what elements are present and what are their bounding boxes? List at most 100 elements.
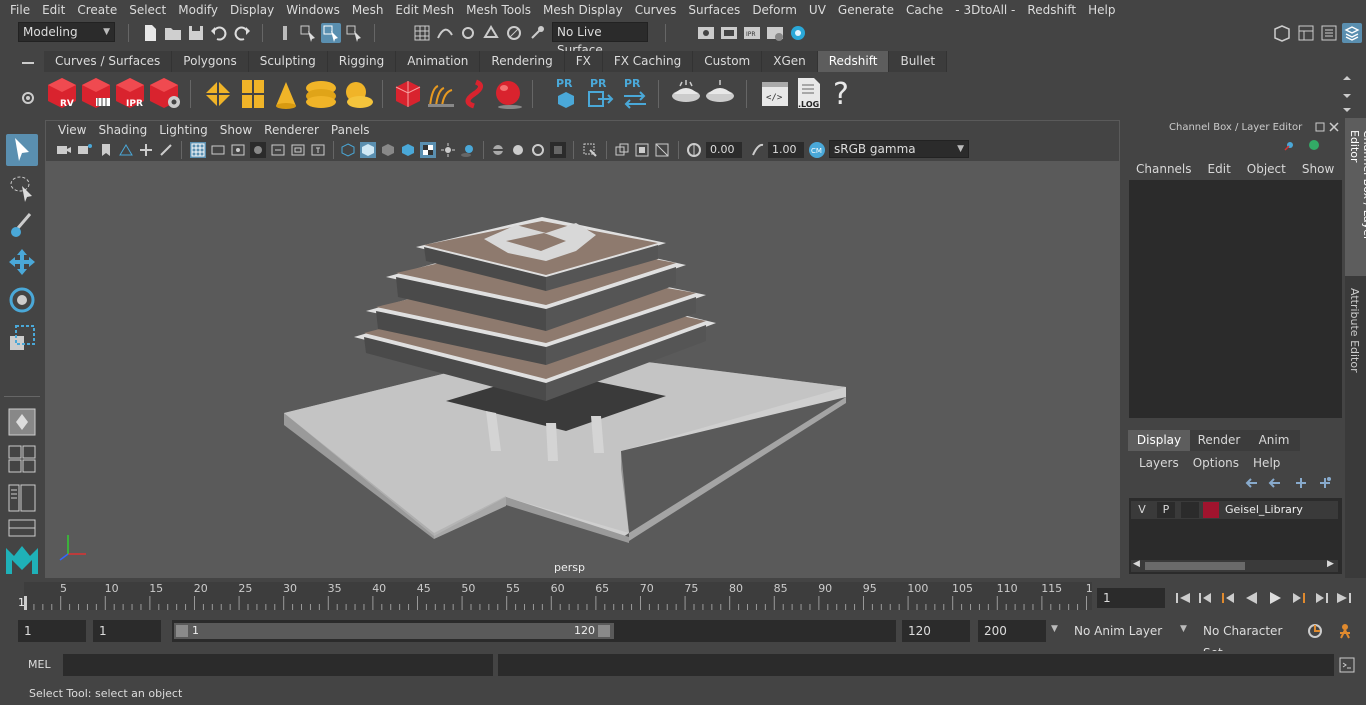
tab-channel-box-layer-editor[interactable]: Channel Box / Layer Editor (1345, 118, 1366, 276)
script-language-label[interactable]: MEL (28, 658, 51, 671)
workspace-icon[interactable] (1272, 23, 1292, 43)
make-live-icon[interactable] (527, 23, 547, 43)
default-material-icon[interactable] (380, 142, 396, 158)
open-scene-icon[interactable] (163, 23, 183, 43)
layer-name[interactable]: Geisel_Library (1225, 502, 1303, 518)
select-tool-icon[interactable] (6, 134, 38, 166)
tab-rigging[interactable]: Rigging (327, 51, 397, 72)
redshift-dome-light-icon[interactable] (304, 78, 338, 110)
xray-components-icon[interactable] (654, 142, 670, 158)
menu-set-icon[interactable] (275, 23, 295, 43)
menu-help[interactable]: Help (1082, 0, 1121, 20)
range-slider[interactable]: 1 120 (172, 620, 896, 642)
outliner-layout-icon[interactable] (6, 482, 38, 514)
safe-action-icon[interactable] (290, 142, 306, 158)
menu-file[interactable]: File (4, 0, 36, 20)
redshift-render-view-icon[interactable]: RV (46, 76, 78, 110)
select-hierarchy-icon[interactable] (298, 23, 318, 43)
safe-title-icon[interactable] (310, 142, 326, 158)
menu-display[interactable]: Display (224, 0, 280, 20)
image-plane-icon[interactable] (118, 142, 134, 158)
view-transform-dropdown[interactable]: sRGB gamma ▼ (829, 140, 969, 158)
depth-of-field-icon[interactable] (550, 142, 566, 158)
redshift-sphere-icon[interactable] (492, 78, 526, 110)
move-layer-up-icon[interactable] (1245, 476, 1261, 490)
menu-mesh-display[interactable]: Mesh Display (537, 0, 629, 20)
tab-display[interactable]: Display (1128, 430, 1190, 451)
tab-fx-caching[interactable]: FX Caching (602, 51, 694, 72)
gate-mask-icon[interactable] (250, 142, 266, 158)
float-panel-icon[interactable] (1315, 122, 1325, 132)
toggle-attribute-editor-icon[interactable] (1319, 23, 1339, 43)
pr-swap-icon[interactable]: PR (620, 76, 650, 110)
viewport-menu-panels[interactable]: Panels (325, 123, 376, 137)
redshift-mesh-params-icon[interactable] (240, 78, 266, 110)
tab-polygons[interactable]: Polygons (172, 51, 249, 72)
grid-icon[interactable] (190, 142, 206, 158)
menu-redshift[interactable]: Redshift (1021, 0, 1082, 20)
viewport-menu-shading[interactable]: Shading (92, 123, 153, 137)
color-management-icon[interactable]: CM (809, 142, 825, 158)
redshift-material-icon[interactable] (670, 78, 702, 110)
single-pane-layout-icon[interactable] (6, 406, 38, 438)
field-chart-icon[interactable] (270, 142, 286, 158)
wireframe-on-shaded-icon[interactable] (400, 142, 416, 158)
viewport-menu-view[interactable]: View (52, 123, 92, 137)
redshift-sun-sky-icon[interactable] (340, 78, 374, 110)
tab-anim[interactable]: Anim (1248, 430, 1300, 451)
redshift-curve-icon[interactable] (458, 78, 488, 110)
redshift-volume-icon[interactable] (394, 78, 422, 110)
geisel-library-model[interactable] (46, 161, 1119, 577)
film-gate-icon[interactable] (210, 142, 226, 158)
smooth-shade-icon[interactable] (360, 142, 376, 158)
ipr-render-icon[interactable]: IPR (742, 23, 762, 43)
viewport-menu-show[interactable]: Show (214, 123, 258, 137)
resolution-gate-icon[interactable] (230, 142, 246, 158)
exposure-icon[interactable] (686, 142, 702, 158)
go-to-end-icon[interactable] (1335, 590, 1353, 606)
menu-3dtoall[interactable]: - 3DtoAll - (949, 0, 1021, 20)
channelbox-menu-show[interactable]: Show (1302, 162, 1334, 176)
anti-aliasing-icon[interactable] (530, 142, 546, 158)
play-forwards-icon[interactable] (1266, 590, 1284, 606)
use-all-lights-icon[interactable] (440, 142, 456, 158)
channel-options-icon[interactable] (1283, 138, 1297, 152)
camera-attributes-icon[interactable] (77, 142, 93, 158)
snap-curve-icon[interactable] (435, 23, 455, 43)
paint-select-tool-icon[interactable] (6, 210, 38, 242)
menu-select[interactable]: Select (123, 0, 172, 20)
character-set-dropdown[interactable]: No Character Set (1197, 620, 1301, 660)
wireframe-icon[interactable] (340, 142, 356, 158)
undo-icon[interactable] (209, 23, 229, 43)
select-object-icon[interactable] (321, 23, 341, 43)
toggle-channel-box-icon[interactable] (1342, 23, 1362, 43)
move-layer-down-icon[interactable] (1268, 476, 1284, 490)
select-component-icon[interactable] (344, 23, 364, 43)
new-layer-selected-icon[interactable] (1317, 476, 1333, 490)
step-back-key-icon[interactable] (1197, 590, 1215, 606)
snap-point-icon[interactable] (458, 23, 478, 43)
menu-create[interactable]: Create (71, 0, 123, 20)
tab-attribute-editor[interactable]: Attribute Editor (1345, 278, 1366, 378)
layout-toggle-icon[interactable] (6, 518, 38, 538)
render-frame-icon[interactable] (719, 23, 739, 43)
script-editor-icon[interactable]: </> (760, 78, 790, 110)
go-to-start-icon[interactable] (1174, 590, 1192, 606)
play-backwards-icon[interactable] (1243, 590, 1261, 606)
exposure-field[interactable]: 0.00 (706, 142, 742, 158)
grease-pencil-icon[interactable] (158, 142, 174, 158)
auto-key-icon[interactable] (1306, 622, 1324, 640)
tab-fx[interactable]: FX (564, 51, 603, 72)
tab-bullet[interactable]: Bullet (889, 51, 948, 72)
redshift-render-settings-icon[interactable] (148, 76, 182, 110)
step-forward-frame-icon[interactable] (1289, 590, 1307, 606)
redo-icon[interactable] (232, 23, 252, 43)
viewport-3d-scene[interactable]: persp (46, 161, 1119, 577)
shelf-menu-icon[interactable] (18, 56, 38, 70)
workspace-dropdown[interactable]: Modeling ▼ (18, 22, 115, 42)
save-scene-icon[interactable] (186, 23, 206, 43)
step-forward-key-icon[interactable] (1312, 590, 1330, 606)
menu-modify[interactable]: Modify (172, 0, 224, 20)
layer-display-type-toggle[interactable] (1181, 502, 1199, 518)
gamma-field[interactable]: 1.00 (768, 142, 804, 158)
